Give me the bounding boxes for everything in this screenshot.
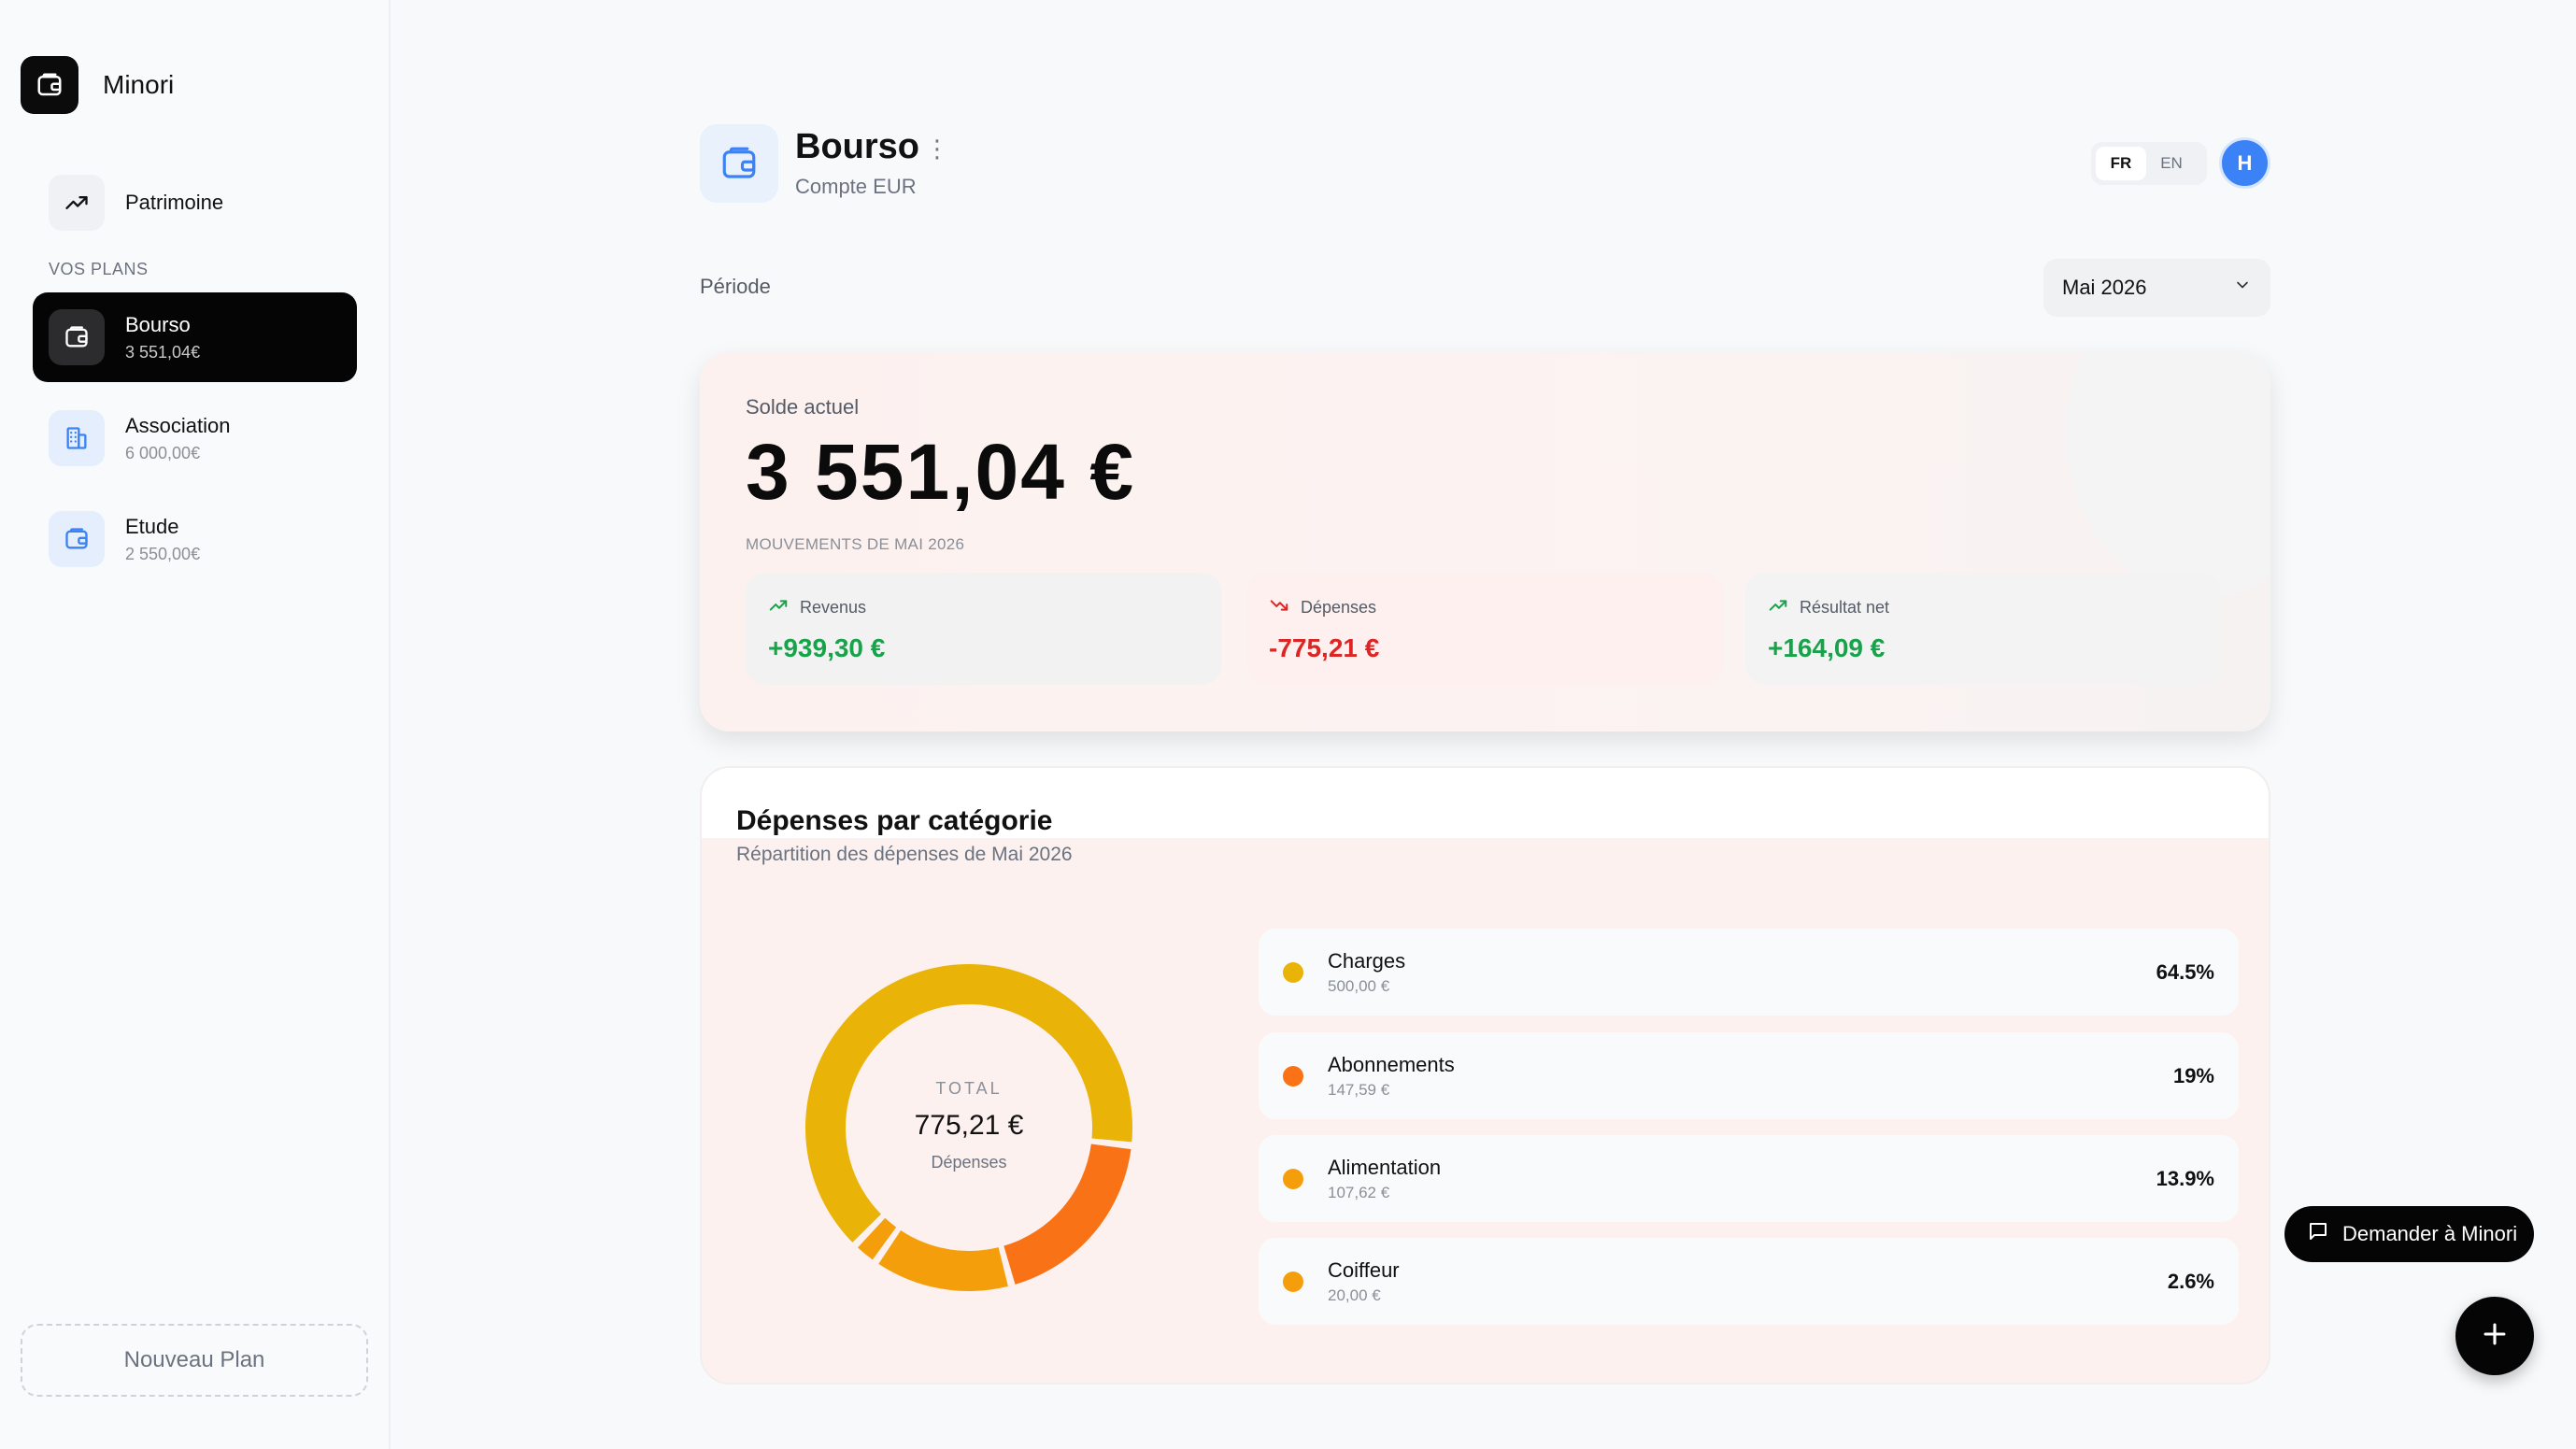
brand[interactable]: Minori [21,56,174,114]
stat-label: Revenus [800,598,867,617]
wallet-icon [49,511,105,567]
sidebar-plan-association[interactable]: Association 6 000,00€ [33,393,357,483]
app-name: Minori [103,70,175,99]
sidebar-plan-bourso[interactable]: Bourso 3 551,04€ [33,292,357,382]
category-amount: 147,59 € [1328,1080,1390,1099]
category-percent: 2.6% [2167,1269,2214,1293]
language-switch: FR EN [2091,142,2207,185]
wallet-logo-icon [21,56,78,114]
category-amount: 107,62 € [1328,1183,1390,1201]
plans-section-title: VOS PLANS [49,260,149,278]
category-row-alimentation[interactable]: Alimentation 107,62 € 13.9% [1259,1135,2239,1222]
category-row-charges[interactable]: Charges 500,00 € 64.5% [1259,929,2239,1016]
building-icon [49,410,105,466]
plus-icon [2479,1318,2511,1355]
category-subtitle: Répartition des dépenses de Mai 2026 [736,844,1073,865]
wallet-icon [49,309,105,365]
balance-card: Solde actuel 3 551,04 € MOUVEMENTS DE MA… [700,352,2270,732]
category-percent: 19% [2172,1063,2214,1087]
period-label: Période [700,275,771,298]
add-button[interactable] [2455,1297,2534,1375]
category-percent: 64.5% [2156,959,2214,984]
period-selected-value: Mai 2026 [2062,276,2147,299]
category-amount: 500,00 € [1328,976,1390,995]
more-vertical-icon[interactable]: ⋮ [925,136,949,161]
plan-amount: 2 550,00€ [125,544,201,563]
plan-name: Etude [125,514,179,538]
stat-label: Dépenses [1301,598,1377,617]
category-color-dot [1283,1271,1303,1292]
stat-depenses: Dépenses -775,21 € [1246,573,1723,685]
account-wallet-icon [700,124,778,203]
category-title: Dépenses par catégorie [736,805,1053,836]
language-en-button[interactable]: EN [2146,147,2197,180]
category-color-dot [1283,1065,1303,1087]
sidebar-item-patrimoine[interactable]: Patrimoine [49,175,223,231]
category-card: Dépenses par catégorie Répartition des d… [700,766,2270,1385]
balance-label: Solde actuel [746,395,860,419]
donut-slice-alimentation[interactable] [878,1230,1008,1291]
category-color-dot [1283,1168,1303,1189]
sidebar-plan-etude[interactable]: Etude 2 550,00€ [33,494,357,584]
plan-amount: 3 551,04€ [125,342,201,362]
page-title: Bourso [795,127,919,166]
donut-total-label: TOTAL [935,1079,1003,1098]
category-color-dot [1283,961,1303,983]
stat-value: +164,09 € [1768,633,1886,662]
ask-minori-button[interactable]: Demander à Minori [2284,1206,2534,1262]
avatar[interactable]: H [2219,137,2270,189]
sidebar-item-label: Patrimoine [125,191,224,214]
category-row-coiffeur[interactable]: Coiffeur 20,00 € 2.6% [1259,1238,2239,1325]
category-name: Abonnements [1328,1052,1455,1076]
language-fr-button[interactable]: FR [2096,147,2146,180]
trending-up-icon [1768,595,1800,620]
trending-down-icon [1269,595,1301,620]
chevron-down-icon [2233,276,2252,300]
movements-label: MOUVEMENTS DE MAI 2026 [746,535,965,553]
category-percent: 13.9% [2156,1166,2214,1190]
category-name: Coiffeur [1328,1257,1400,1282]
donut-total-value: 775,21 € [914,1110,1024,1141]
stat-value: -775,21 € [1269,633,1380,662]
page-subtitle: Compte EUR [795,175,917,198]
ask-minori-label: Demander à Minori [2342,1222,2518,1245]
stat-value: +939,30 € [768,633,886,662]
stat-revenus: Revenus +939,30 € [746,573,1222,685]
category-row-abonnements[interactable]: Abonnements 147,59 € 19% [1259,1032,2239,1119]
donut-total-sub: Dépenses [931,1153,1007,1172]
category-name: Alimentation [1328,1155,1442,1179]
balance-amount: 3 551,04 € [746,428,1136,516]
message-icon [2307,1220,2342,1248]
category-name: Charges [1328,948,1406,973]
plan-name: Bourso [125,312,191,336]
category-amount: 20,00 € [1328,1286,1381,1304]
trending-up-icon [49,175,105,231]
plan-name: Association [125,413,231,437]
plan-amount: 6 000,00€ [125,443,201,462]
balance-decoration [2065,352,2270,595]
sidebar: Minori Patrimoine VOS PLANS Bourso 3 551… [0,0,391,1449]
trending-up-icon [768,595,800,620]
new-plan-button[interactable]: Nouveau Plan [21,1324,368,1397]
period-select[interactable]: Mai 2026 [2043,259,2270,317]
stat-resultat-net: Résultat net +164,09 € [1745,573,2222,685]
stat-label: Résultat net [1800,598,1890,617]
